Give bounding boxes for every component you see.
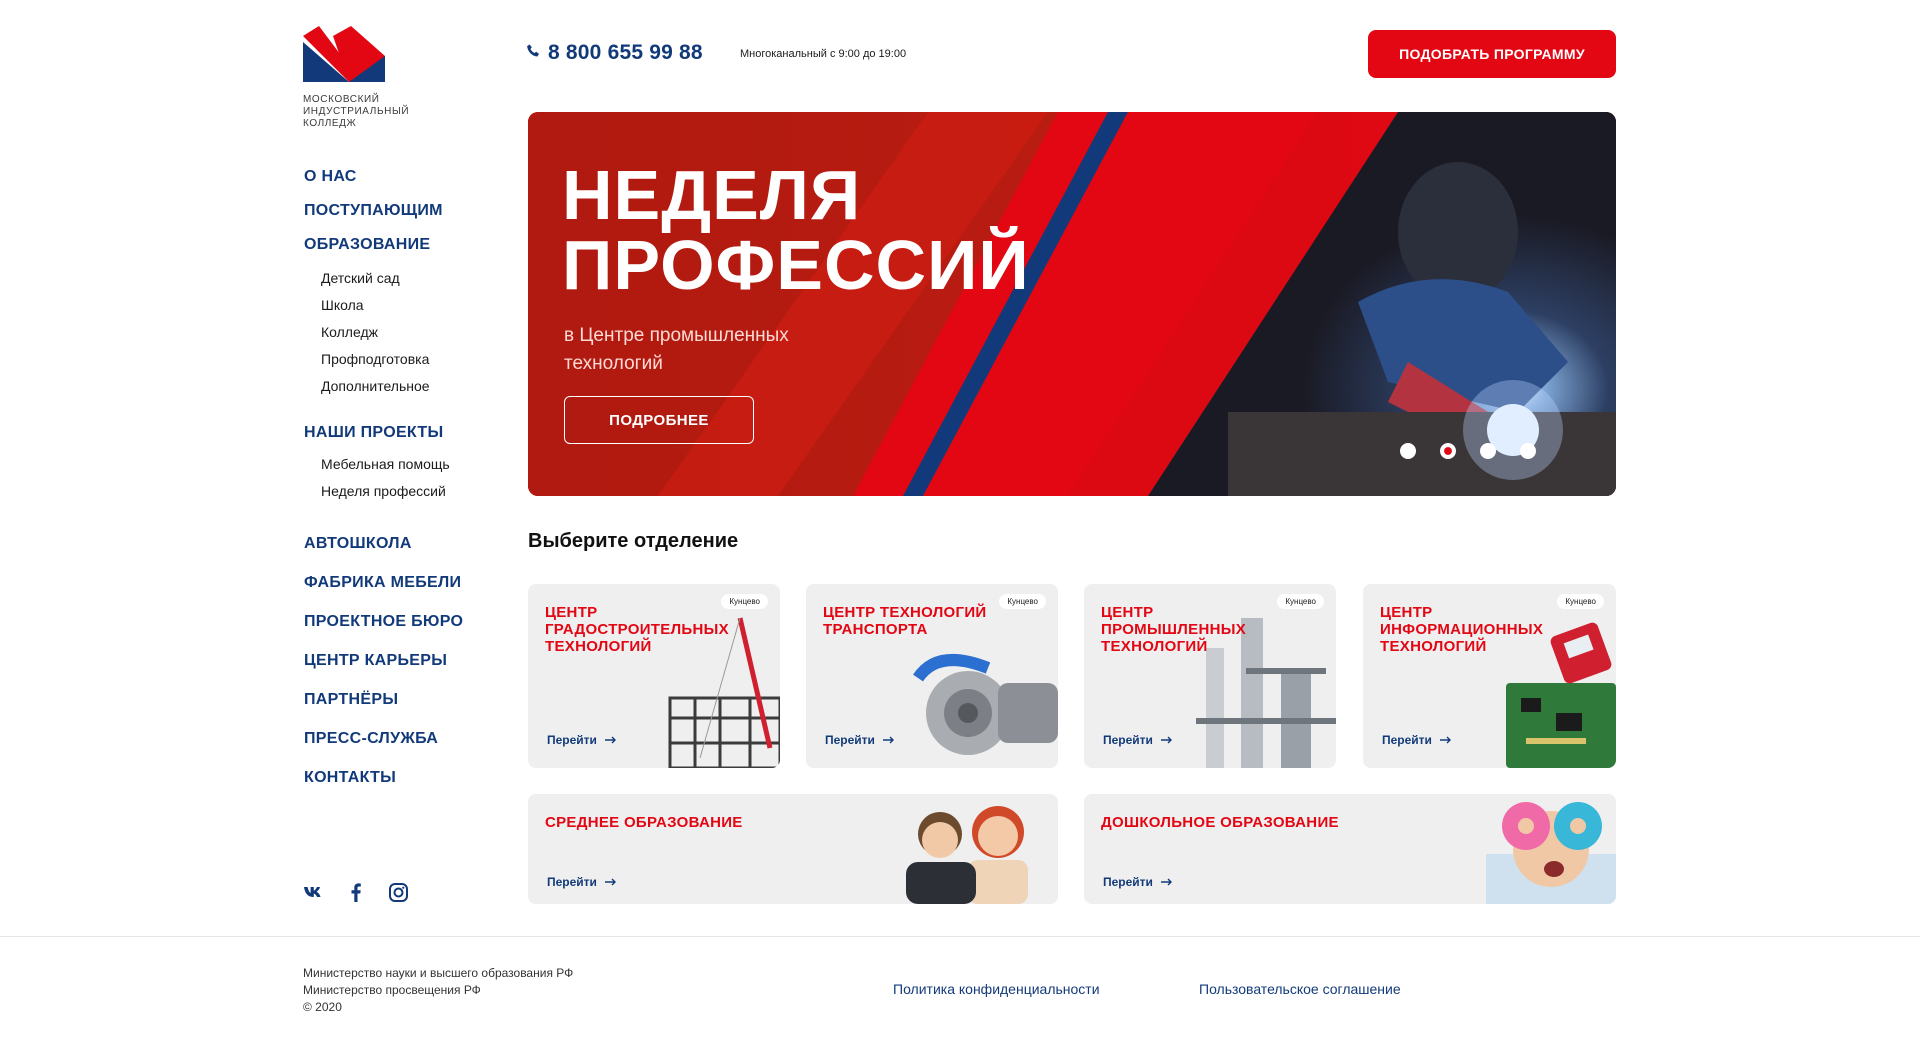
card-industrial-technologies[interactable]: Кунцево ЦЕНТР ПРОМЫШЛЕННЫХ ТЕХНОЛОГИЙ Пе… <box>1084 584 1336 768</box>
card-go-link[interactable]: Перейти <box>547 733 617 747</box>
nav-sub-college[interactable]: Колледж <box>321 324 378 340</box>
logo-mark <box>303 26 385 82</box>
nav-applicants[interactable]: ПОСТУПАЮЩИМ <box>304 202 443 220</box>
go-link-label: Перейти <box>547 875 597 889</box>
card-title: СРЕДНЕЕ ОБРАЗОВАНИЕ <box>545 814 743 831</box>
hero-title: НЕДЕЛЯ ПРОФЕССИЙ <box>562 160 1030 300</box>
card-title: ЦЕНТР ТЕХНОЛОГИЙ ТРАНСПОРТА <box>823 604 987 638</box>
card-transport-technologies[interactable]: Кунцево ЦЕНТР ТЕХНОЛОГИЙ ТРАНСПОРТА Пере… <box>806 584 1058 768</box>
arrow-right-icon <box>1160 733 1173 747</box>
card-urban-technologies[interactable]: Кунцево ЦЕНТР ГРАДОСТРОИТЕЛЬНЫХ ТЕХНОЛОГ… <box>528 584 780 768</box>
card-go-link[interactable]: Перейти <box>547 875 617 889</box>
card-title: ДОШКОЛЬНОЕ ОБРАЗОВАНИЕ <box>1101 814 1339 831</box>
footer-divider <box>0 936 1920 937</box>
nav-furniture-factory[interactable]: ФАБРИКА МЕБЕЛИ <box>304 574 461 592</box>
terms-link[interactable]: Пользовательское соглашение <box>1199 981 1401 997</box>
social-links <box>304 882 408 902</box>
nav-sub-additional[interactable]: Дополнительное <box>321 378 430 394</box>
turbocharger-image <box>913 654 1058 755</box>
nav-sub-vocational[interactable]: Профподготовка <box>321 351 429 367</box>
hero-subtitle: в Центре промышленных технологий <box>564 325 789 374</box>
slider-dot[interactable] <box>1520 443 1536 459</box>
hero-banner: НЕДЕЛЯ ПРОФЕССИЙ в Центре промышленных т… <box>528 112 1616 496</box>
card-title: ЦЕНТР ПРОМЫШЛЕННЫХ ТЕХНОЛОГИЙ <box>1101 604 1246 655</box>
footer-ministry-science: Министерство науки и высшего образования… <box>303 966 574 980</box>
children-image <box>906 806 1028 904</box>
arrow-right-icon <box>1160 875 1173 889</box>
logo-line: МОСКОВСКИЙ <box>303 94 380 105</box>
privacy-policy-link[interactable]: Политика конфиденциальности <box>893 981 1100 997</box>
nav-sub-school[interactable]: Школа <box>321 297 364 313</box>
nav-education[interactable]: ОБРАЗОВАНИЕ <box>304 236 430 254</box>
logo-text: МОСКОВСКИЙ ИНДУСТРИАЛЬНЫЙ КОЛЛЕДЖ <box>303 94 423 130</box>
card-secondary-education[interactable]: СРЕДНЕЕ ОБРАЗОВАНИЕ Перейти <box>528 794 1058 904</box>
phone[interactable]: 8 800 655 99 88 <box>527 41 703 65</box>
nav-partners[interactable]: ПАРТНЁРЫ <box>304 691 398 709</box>
arrow-right-icon <box>604 733 617 747</box>
logo[interactable]: МОСКОВСКИЙ ИНДУСТРИАЛЬНЫЙ КОЛЛЕДЖ <box>303 26 423 130</box>
go-link-label: Перейти <box>1103 875 1153 889</box>
phone-hours: Многоканальный с 9:00 до 19:00 <box>740 48 907 60</box>
go-link-label: Перейти <box>1382 733 1432 747</box>
phone-number[interactable]: 8 800 655 99 88 <box>548 41 703 65</box>
go-link-label: Перейти <box>1103 733 1153 747</box>
arrow-right-icon <box>882 733 895 747</box>
nav-about[interactable]: О НАС <box>304 168 357 186</box>
card-title: ЦЕНТР ГРАДОСТРОИТЕЛЬНЫХ ТЕХНОЛОГИЙ <box>545 604 729 655</box>
footer-info: Министерство науки и высшего образования… <box>303 965 573 1016</box>
card-go-link[interactable]: Перейти <box>1382 733 1452 747</box>
nav-contacts[interactable]: КОНТАКТЫ <box>304 769 396 787</box>
logo-line: КОЛЛЕДЖ <box>303 118 357 129</box>
phone-icon <box>527 44 540 62</box>
facebook-icon[interactable] <box>346 882 366 902</box>
section-title: Выберите отделение <box>528 530 739 552</box>
card-go-link[interactable]: Перейти <box>1103 875 1173 889</box>
vk-icon[interactable] <box>304 882 324 902</box>
nav-press[interactable]: ПРЕСС-СЛУЖБА <box>304 730 438 748</box>
slider-dot[interactable] <box>1400 443 1416 459</box>
donut-child-image <box>1486 802 1616 904</box>
go-link-label: Перейти <box>547 733 597 747</box>
nav-career-center[interactable]: ЦЕНТР КАРЬЕРЫ <box>304 652 447 670</box>
nav-design-bureau[interactable]: ПРОЕКТНОЕ БЮРО <box>304 613 463 631</box>
arrow-right-icon <box>604 875 617 889</box>
nav-sub-professions-week[interactable]: Неделя профессий <box>321 483 446 499</box>
hero-title-line: НЕДЕЛЯ <box>562 156 862 234</box>
slider-dots <box>1400 443 1536 459</box>
card-preschool-education[interactable]: ДОШКОЛЬНОЕ ОБРАЗОВАНИЕ Перейти <box>1084 794 1616 904</box>
logo-line: ИНДУСТРИАЛЬНЫЙ <box>303 106 410 117</box>
pick-program-button[interactable]: ПОДОБРАТЬ ПРОГРАММУ <box>1368 30 1616 78</box>
arrow-right-icon <box>1439 733 1452 747</box>
slider-dot[interactable] <box>1480 443 1496 459</box>
nav-sub-furniture-help[interactable]: Мебельная помощь <box>321 456 450 472</box>
card-it-technologies[interactable]: Кунцево ЦЕНТР ИНФОРМАЦИОННЫХ ТЕХНОЛОГИЙ … <box>1363 584 1616 768</box>
card-go-link[interactable]: Перейти <box>825 733 895 747</box>
card-title: ЦЕНТР ИНФОРМАЦИОННЫХ ТЕХНОЛОГИЙ <box>1380 604 1544 655</box>
footer-copyright: © 2020 <box>303 1000 342 1014</box>
nav-projects[interactable]: НАШИ ПРОЕКТЫ <box>304 424 443 442</box>
slider-dot-active[interactable] <box>1440 443 1456 459</box>
go-link-label: Перейти <box>825 733 875 747</box>
hero-more-button[interactable]: ПОДРОБНЕЕ <box>564 396 754 444</box>
footer-ministry-education: Министерство просвещения РФ <box>303 983 481 997</box>
card-go-link[interactable]: Перейти <box>1103 733 1173 747</box>
nav-sub-kindergarten[interactable]: Детский сад <box>321 270 400 286</box>
nav-driving-school[interactable]: АВТОШКОЛА <box>304 535 412 553</box>
instagram-icon[interactable] <box>388 882 408 902</box>
hero-title-line: ПРОФЕССИЙ <box>562 226 1030 304</box>
